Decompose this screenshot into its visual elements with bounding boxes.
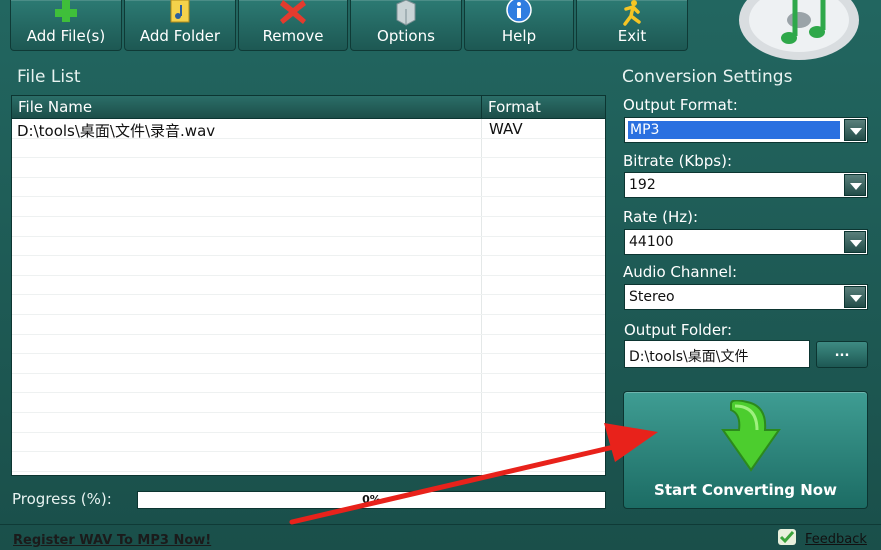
progress-bar: 0%	[137, 491, 606, 509]
empty-row	[12, 139, 605, 159]
running-man-icon	[623, 0, 641, 26]
file-list-rows: D:\tools\桌面\文件\录音.wav WAV	[12, 119, 605, 475]
file-list-title: File List	[17, 67, 81, 87]
chevron-down-icon[interactable]	[844, 231, 866, 253]
empty-row	[12, 452, 605, 472]
start-converting-button[interactable]: Start Converting Now	[623, 391, 868, 509]
options-cube-icon	[396, 0, 416, 26]
empty-row	[12, 276, 605, 296]
output-folder-label: Output Folder:	[624, 321, 733, 339]
rate-label: Rate (Hz):	[623, 208, 699, 226]
empty-row	[12, 197, 605, 217]
audio-channel-label: Audio Channel:	[623, 263, 738, 281]
output-folder-field[interactable]: D:\tools\桌面\文件	[624, 340, 810, 368]
empty-row	[12, 413, 605, 433]
file-list-header: File Name Format	[12, 96, 605, 119]
audio-channel-value: Stereo	[629, 289, 675, 305]
empty-row	[12, 178, 605, 198]
empty-row	[12, 354, 605, 374]
feedback-link[interactable]: Feedback	[805, 532, 867, 547]
column-divider	[481, 96, 482, 119]
empty-row	[12, 433, 605, 453]
green-down-arrow-icon	[721, 400, 781, 472]
rate-select[interactable]: 44100	[624, 229, 868, 255]
checkmark-icon	[778, 529, 796, 545]
bitrate-value: 192	[629, 177, 656, 193]
empty-row	[12, 315, 605, 335]
browse-folder-button[interactable]: ...	[816, 341, 868, 368]
conversion-settings-title: Conversion Settings	[622, 67, 793, 87]
output-format-select[interactable]: MP3	[624, 117, 868, 143]
output-format-label: Output Format:	[623, 96, 738, 114]
add-folder-button[interactable]: Add Folder	[124, 0, 236, 51]
rate-value: 44100	[629, 234, 674, 250]
progress-label: Progress (%):	[12, 490, 112, 508]
start-converting-label: Start Converting Now	[654, 481, 837, 499]
chevron-down-icon[interactable]	[844, 286, 866, 308]
help-button[interactable]: Help	[464, 0, 574, 51]
empty-row	[12, 256, 605, 276]
audio-channel-select[interactable]: Stereo	[624, 284, 868, 310]
empty-row	[12, 237, 605, 257]
footer-divider	[0, 524, 881, 525]
empty-row	[12, 158, 605, 178]
red-x-icon	[280, 0, 306, 24]
chevron-down-icon[interactable]	[844, 119, 866, 141]
column-header-format[interactable]: Format	[488, 98, 541, 116]
empty-row	[12, 374, 605, 394]
column-header-file-name[interactable]: File Name	[18, 98, 92, 116]
table-row[interactable]: D:\tools\桌面\文件\录音.wav WAV	[12, 119, 605, 140]
exit-button[interactable]: Exit	[576, 0, 688, 51]
empty-row	[12, 217, 605, 237]
file-list-table[interactable]: File Name Format D:\tools\桌面\文件\录音.wav W…	[11, 95, 606, 476]
bitrate-select[interactable]: 192	[624, 172, 868, 198]
app-window: Add File(s) Add Folder Remove Options He…	[0, 0, 881, 550]
add-files-button[interactable]: Add File(s)	[10, 0, 122, 51]
music-file-icon	[170, 0, 190, 23]
plus-icon	[55, 0, 77, 22]
empty-row	[12, 335, 605, 355]
empty-row	[12, 295, 605, 315]
chevron-down-icon[interactable]	[844, 174, 866, 196]
register-link[interactable]: Register WAV To MP3 Now!	[13, 533, 211, 548]
bitrate-label: Bitrate (Kbps):	[623, 152, 733, 170]
output-format-value: MP3	[628, 121, 840, 139]
empty-row	[12, 393, 605, 413]
remove-button[interactable]: Remove	[238, 0, 348, 51]
output-folder-value: D:\tools\桌面\文件	[629, 349, 749, 365]
info-icon	[506, 0, 532, 23]
toolbar: Add File(s) Add Folder Remove Options He…	[0, 0, 881, 60]
file-format-cell: WAV	[489, 120, 523, 138]
options-button[interactable]: Options	[350, 0, 462, 51]
progress-text: 0%	[362, 493, 381, 506]
cd-music-logo-icon	[739, 0, 859, 60]
